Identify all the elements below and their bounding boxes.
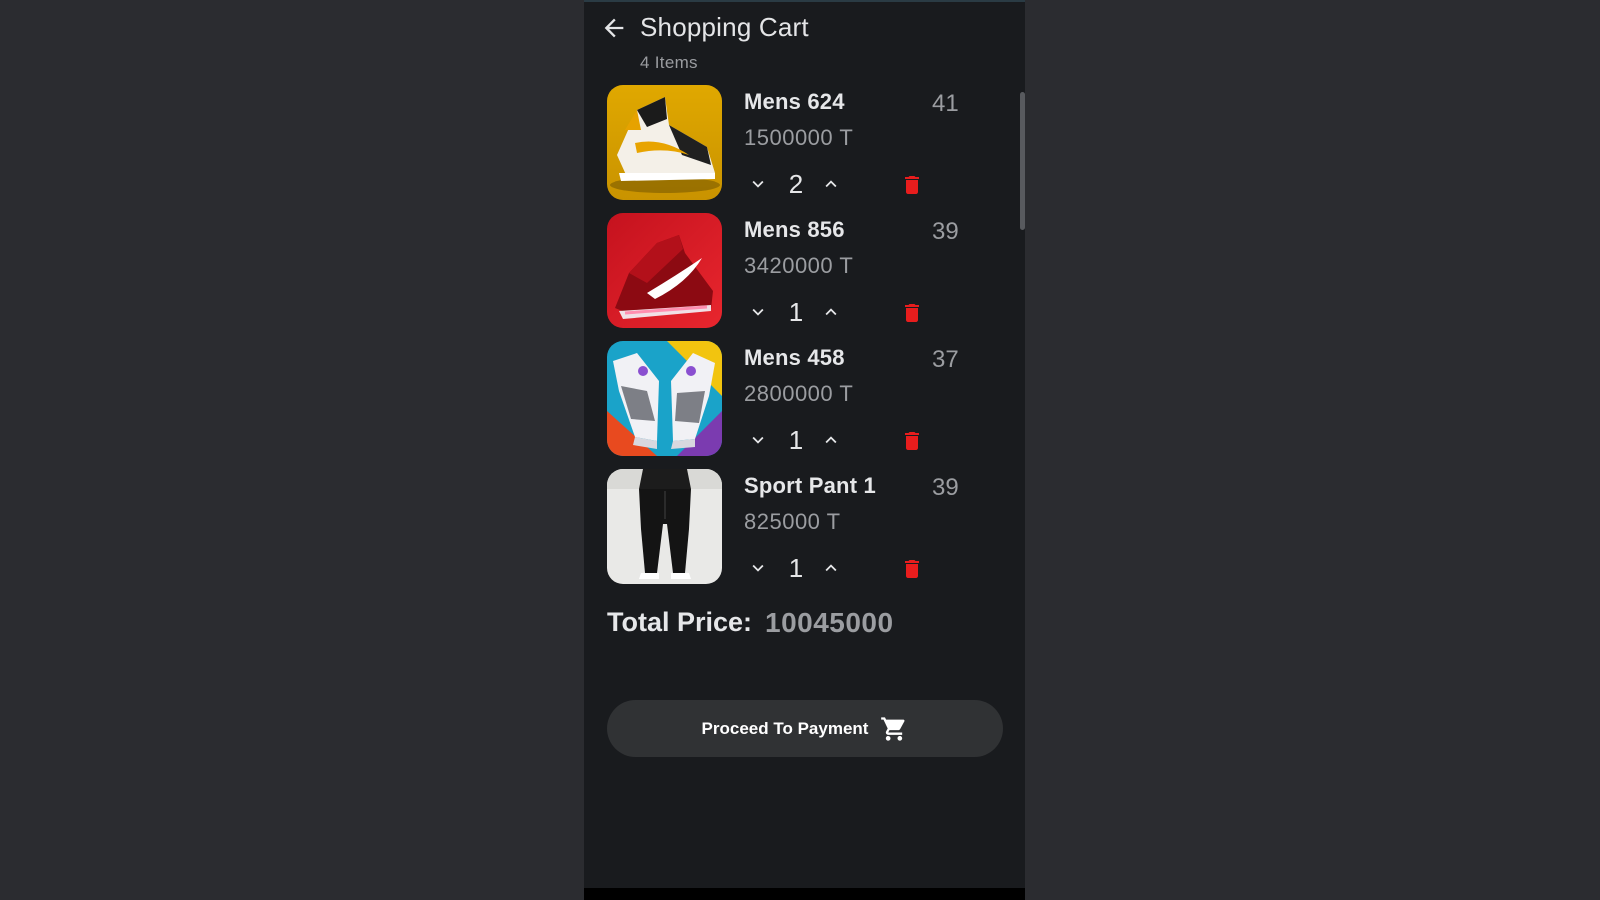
decrease-quantity-button[interactable] bbox=[747, 173, 769, 195]
increase-quantity-button[interactable] bbox=[820, 301, 842, 323]
phone-screen: Shopping Cart 4 Items Mens 624 1500000 T… bbox=[584, 0, 1025, 900]
scrollbar[interactable] bbox=[1020, 92, 1025, 230]
arrow-left-icon bbox=[604, 18, 624, 38]
shopping-cart-icon bbox=[881, 716, 905, 741]
product-image-mens-856[interactable] bbox=[607, 213, 722, 328]
trash-icon bbox=[905, 560, 919, 578]
chevron-up-icon bbox=[825, 564, 837, 572]
total-price-label: Total Price: bbox=[607, 607, 753, 637]
item-size: 39 bbox=[932, 218, 959, 245]
item-name: Mens 458 bbox=[744, 345, 845, 370]
delete-item-button[interactable] bbox=[900, 173, 924, 197]
decrease-quantity-button[interactable] bbox=[747, 301, 769, 323]
trash-icon bbox=[905, 432, 919, 450]
trash-icon bbox=[905, 176, 919, 194]
chevron-down-icon bbox=[752, 180, 764, 188]
item-name: Sport Pant 1 bbox=[744, 473, 876, 498]
increase-quantity-button[interactable] bbox=[820, 173, 842, 195]
cart-item: Sport Pant 1 825000 T 39 1 bbox=[607, 469, 1007, 584]
chevron-up-icon bbox=[825, 436, 837, 444]
product-image-sport-pant-1[interactable] bbox=[607, 469, 722, 584]
total-price-value: 10045000 bbox=[765, 607, 894, 638]
chevron-down-icon bbox=[752, 308, 764, 316]
item-count: 4 Items bbox=[640, 53, 698, 72]
cart-item: Mens 856 3420000 T 39 1 bbox=[607, 213, 1007, 328]
item-name: Mens 624 bbox=[744, 89, 845, 114]
item-size: 39 bbox=[932, 474, 959, 501]
trash-icon bbox=[905, 304, 919, 322]
delete-item-button[interactable] bbox=[900, 429, 924, 453]
back-button[interactable] bbox=[600, 14, 628, 42]
chevron-up-icon bbox=[825, 180, 837, 188]
item-price: 2800000 T bbox=[744, 381, 854, 406]
increase-quantity-button[interactable] bbox=[820, 557, 842, 579]
item-price: 825000 T bbox=[744, 509, 841, 534]
item-size: 37 bbox=[932, 346, 959, 373]
proceed-to-payment-button[interactable]: Proceed To Payment bbox=[607, 700, 1003, 757]
cart-item: Mens 458 2800000 T 37 1 bbox=[607, 341, 1007, 456]
page-title: Shopping Cart bbox=[640, 12, 809, 42]
quantity-value: 2 bbox=[788, 169, 804, 199]
delete-item-button[interactable] bbox=[900, 301, 924, 325]
system-navigation-bar bbox=[584, 888, 1025, 900]
item-name: Mens 856 bbox=[744, 217, 845, 242]
chevron-up-icon bbox=[825, 308, 837, 316]
item-size: 41 bbox=[932, 90, 959, 117]
chevron-down-icon bbox=[752, 436, 764, 444]
cart-item: Mens 624 1500000 T 41 2 bbox=[607, 85, 1007, 200]
increase-quantity-button[interactable] bbox=[820, 429, 842, 451]
chevron-down-icon bbox=[752, 564, 764, 572]
product-image-mens-624[interactable] bbox=[607, 85, 722, 200]
item-price: 1500000 T bbox=[744, 125, 854, 150]
quantity-value: 1 bbox=[788, 425, 804, 455]
quantity-value: 1 bbox=[788, 553, 804, 583]
decrease-quantity-button[interactable] bbox=[747, 429, 769, 451]
decrease-quantity-button[interactable] bbox=[747, 557, 769, 579]
proceed-to-payment-label: Proceed To Payment bbox=[701, 718, 869, 738]
product-image-mens-458[interactable] bbox=[607, 341, 722, 456]
item-price: 3420000 T bbox=[744, 253, 854, 278]
delete-item-button[interactable] bbox=[900, 557, 924, 581]
status-divider bbox=[584, 0, 1025, 2]
quantity-value: 1 bbox=[788, 297, 804, 327]
